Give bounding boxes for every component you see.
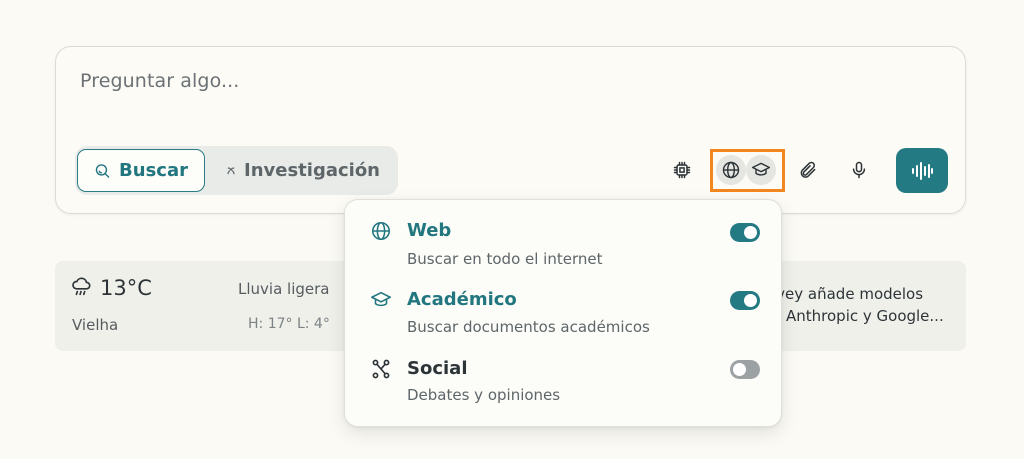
microphone-icon — [852, 161, 866, 179]
academic-option-description: Buscar documentos académicos — [407, 318, 650, 336]
academic-option-title[interactable]: Académico — [407, 289, 517, 310]
weather-location: Vielha — [72, 316, 119, 334]
weather-high-low: H: 17° L: 4° — [248, 316, 330, 332]
microphone-button[interactable] — [842, 153, 876, 187]
paperclip-icon — [800, 161, 816, 178]
voice-mode-button[interactable] — [896, 148, 948, 193]
model-selector-button[interactable] — [665, 153, 699, 187]
attach-button[interactable] — [791, 153, 825, 187]
weather-temperature: 13°C — [100, 276, 152, 300]
search-mode-button[interactable]: Buscar — [77, 149, 205, 192]
social-option-description: Debates y opiniones — [407, 386, 561, 404]
globe-icon — [722, 161, 740, 179]
search-mode-label: Buscar — [119, 160, 188, 181]
globe-icon — [371, 221, 391, 241]
web-option-title[interactable]: Web — [407, 220, 451, 241]
atom-icon — [227, 166, 235, 174]
news-headline-line1[interactable]: rvey añade modelos — [770, 285, 923, 303]
network-icon — [372, 359, 390, 379]
web-source-chip[interactable] — [716, 155, 746, 185]
search-icon — [95, 163, 110, 178]
graduation-cap-icon — [751, 162, 771, 176]
academic-source-chip[interactable] — [746, 155, 776, 185]
cloud-rain-icon — [72, 277, 91, 296]
query-input[interactable]: Preguntar algo... — [80, 70, 239, 92]
web-option-description: Buscar en todo el internet — [407, 250, 603, 268]
waveform-icon — [912, 161, 933, 180]
research-mode-label: Investigación — [244, 160, 380, 181]
research-mode-button[interactable]: Investigación — [210, 149, 396, 192]
weather-condition: Lluvia ligera — [238, 280, 330, 298]
academic-toggle[interactable] — [730, 291, 760, 310]
chip-icon — [673, 161, 691, 179]
web-toggle[interactable] — [730, 223, 760, 242]
social-toggle[interactable] — [730, 360, 760, 379]
news-headline-line2[interactable]: Anthropic y Google... — [786, 307, 944, 325]
social-option-title[interactable]: Social — [407, 358, 468, 379]
graduation-cap-icon — [371, 291, 391, 307]
